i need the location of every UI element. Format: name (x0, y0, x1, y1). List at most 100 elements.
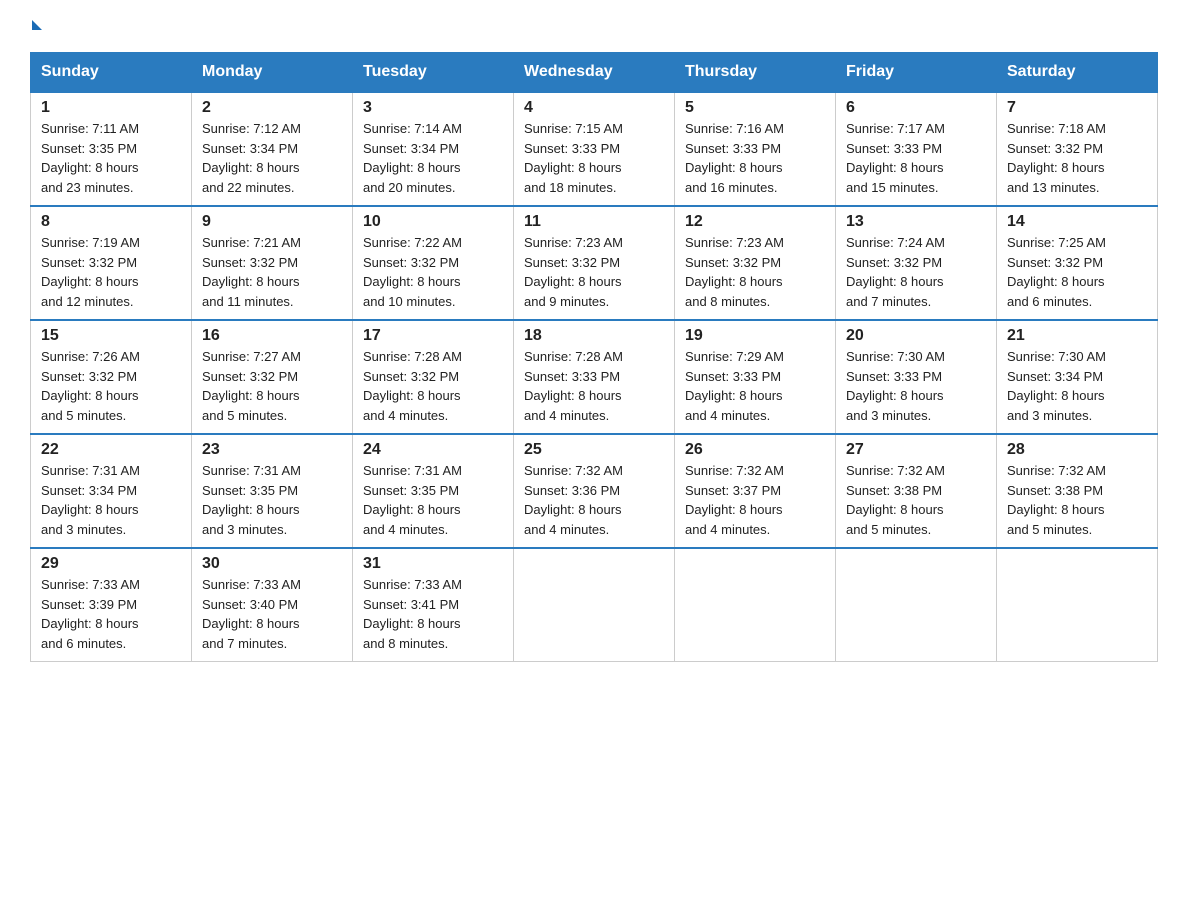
calendar-cell: 2 Sunrise: 7:12 AMSunset: 3:34 PMDaylight… (192, 92, 353, 206)
weekday-header-monday: Monday (192, 53, 353, 93)
calendar-cell: 26 Sunrise: 7:32 AMSunset: 3:37 PMDayligh… (675, 434, 836, 548)
page-header (30, 20, 1158, 34)
logo-blue-part (30, 20, 42, 34)
day-info: Sunrise: 7:32 AMSunset: 3:37 PMDaylight:… (685, 461, 825, 539)
calendar-cell: 9Sunrise: 7:21 AMSunset: 3:32 PMDaylight… (192, 206, 353, 320)
calendar-cell: 1 Sunrise: 7:11 AMSunset: 3:35 PMDaylight… (31, 92, 192, 206)
weekday-header-friday: Friday (836, 53, 997, 93)
calendar-cell: 20Sunrise: 7:30 AMSunset: 3:33 PMDayligh… (836, 320, 997, 434)
day-number: 4 (524, 99, 664, 117)
day-info: Sunrise: 7:19 AMSunset: 3:32 PMDaylight:… (41, 233, 181, 311)
day-info: Sunrise: 7:15 AMSunset: 3:33 PMDaylight:… (524, 119, 664, 197)
day-number: 14 (1007, 213, 1147, 231)
calendar-cell: 23 Sunrise: 7:31 AMSunset: 3:35 PMDayligh… (192, 434, 353, 548)
calendar-cell: 17Sunrise: 7:28 AMSunset: 3:32 PMDayligh… (353, 320, 514, 434)
day-info: Sunrise: 7:31 AMSunset: 3:34 PMDaylight:… (41, 461, 181, 539)
weekday-header-row: SundayMondayTuesdayWednesdayThursdayFrid… (31, 53, 1158, 93)
calendar-cell: 10Sunrise: 7:22 AMSunset: 3:32 PMDayligh… (353, 206, 514, 320)
day-number: 25 (524, 441, 664, 459)
day-number: 12 (685, 213, 825, 231)
calendar-cell: 21 Sunrise: 7:30 AMSunset: 3:34 PMDayligh… (997, 320, 1158, 434)
calendar-cell: 16 Sunrise: 7:27 AMSunset: 3:32 PMDayligh… (192, 320, 353, 434)
day-number: 17 (363, 327, 503, 345)
day-number: 15 (41, 327, 181, 345)
weekday-header-thursday: Thursday (675, 53, 836, 93)
calendar-cell: 24 Sunrise: 7:31 AMSunset: 3:35 PMDayligh… (353, 434, 514, 548)
calendar-cell: 14 Sunrise: 7:25 AMSunset: 3:32 PMDayligh… (997, 206, 1158, 320)
day-number: 5 (685, 99, 825, 117)
day-number: 10 (363, 213, 503, 231)
calendar-cell: 8 Sunrise: 7:19 AMSunset: 3:32 PMDaylight… (31, 206, 192, 320)
weekday-header-saturday: Saturday (997, 53, 1158, 93)
day-info: Sunrise: 7:32 AMSunset: 3:36 PMDaylight:… (524, 461, 664, 539)
day-info: Sunrise: 7:23 AMSunset: 3:32 PMDaylight:… (685, 233, 825, 311)
day-info: Sunrise: 7:21 AMSunset: 3:32 PMDaylight:… (202, 233, 342, 311)
calendar-cell: 27 Sunrise: 7:32 AMSunset: 3:38 PMDayligh… (836, 434, 997, 548)
day-info: Sunrise: 7:30 AMSunset: 3:33 PMDaylight:… (846, 347, 986, 425)
calendar-cell: 6 Sunrise: 7:17 AMSunset: 3:33 PMDaylight… (836, 92, 997, 206)
day-number: 30 (202, 555, 342, 573)
day-number: 8 (41, 213, 181, 231)
day-info: Sunrise: 7:23 AMSunset: 3:32 PMDaylight:… (524, 233, 664, 311)
calendar-cell: 29Sunrise: 7:33 AMSunset: 3:39 PMDayligh… (31, 548, 192, 662)
calendar-cell (997, 548, 1158, 662)
day-number: 6 (846, 99, 986, 117)
calendar-cell (836, 548, 997, 662)
day-info: Sunrise: 7:30 AMSunset: 3:34 PMDaylight:… (1007, 347, 1147, 425)
calendar-cell: 13 Sunrise: 7:24 AMSunset: 3:32 PMDayligh… (836, 206, 997, 320)
day-info: Sunrise: 7:32 AMSunset: 3:38 PMDaylight:… (1007, 461, 1147, 539)
week-row-4: 22 Sunrise: 7:31 AMSunset: 3:34 PMDayligh… (31, 434, 1158, 548)
day-number: 22 (41, 441, 181, 459)
day-info: Sunrise: 7:12 AMSunset: 3:34 PMDaylight:… (202, 119, 342, 197)
calendar-cell: 3 Sunrise: 7:14 AMSunset: 3:34 PMDaylight… (353, 92, 514, 206)
day-number: 3 (363, 99, 503, 117)
weekday-header-wednesday: Wednesday (514, 53, 675, 93)
day-number: 23 (202, 441, 342, 459)
day-info: Sunrise: 7:33 AMSunset: 3:41 PMDaylight:… (363, 575, 503, 653)
day-info: Sunrise: 7:32 AMSunset: 3:38 PMDaylight:… (846, 461, 986, 539)
day-number: 19 (685, 327, 825, 345)
day-info: Sunrise: 7:25 AMSunset: 3:32 PMDaylight:… (1007, 233, 1147, 311)
day-number: 29 (41, 555, 181, 573)
calendar-cell: 18 Sunrise: 7:28 AMSunset: 3:33 PMDayligh… (514, 320, 675, 434)
day-info: Sunrise: 7:28 AMSunset: 3:33 PMDaylight:… (524, 347, 664, 425)
day-info: Sunrise: 7:17 AMSunset: 3:33 PMDaylight:… (846, 119, 986, 197)
day-info: Sunrise: 7:14 AMSunset: 3:34 PMDaylight:… (363, 119, 503, 197)
day-info: Sunrise: 7:26 AMSunset: 3:32 PMDaylight:… (41, 347, 181, 425)
day-number: 21 (1007, 327, 1147, 345)
calendar-cell: 4 Sunrise: 7:15 AMSunset: 3:33 PMDaylight… (514, 92, 675, 206)
calendar-cell: 5Sunrise: 7:16 AMSunset: 3:33 PMDaylight… (675, 92, 836, 206)
calendar-cell (675, 548, 836, 662)
day-number: 24 (363, 441, 503, 459)
day-info: Sunrise: 7:24 AMSunset: 3:32 PMDaylight:… (846, 233, 986, 311)
logo (30, 20, 42, 34)
day-number: 27 (846, 441, 986, 459)
week-row-5: 29Sunrise: 7:33 AMSunset: 3:39 PMDayligh… (31, 548, 1158, 662)
calendar-cell: 7 Sunrise: 7:18 AMSunset: 3:32 PMDaylight… (997, 92, 1158, 206)
calendar-cell: 12 Sunrise: 7:23 AMSunset: 3:32 PMDayligh… (675, 206, 836, 320)
day-number: 13 (846, 213, 986, 231)
weekday-header-sunday: Sunday (31, 53, 192, 93)
logo-arrow-icon (32, 20, 42, 30)
calendar-cell: 30 Sunrise: 7:33 AMSunset: 3:40 PMDayligh… (192, 548, 353, 662)
day-number: 11 (524, 213, 664, 231)
day-info: Sunrise: 7:31 AMSunset: 3:35 PMDaylight:… (363, 461, 503, 539)
day-info: Sunrise: 7:27 AMSunset: 3:32 PMDaylight:… (202, 347, 342, 425)
day-info: Sunrise: 7:31 AMSunset: 3:35 PMDaylight:… (202, 461, 342, 539)
day-number: 28 (1007, 441, 1147, 459)
calendar-cell: 25 Sunrise: 7:32 AMSunset: 3:36 PMDayligh… (514, 434, 675, 548)
day-number: 18 (524, 327, 664, 345)
day-number: 2 (202, 99, 342, 117)
day-info: Sunrise: 7:18 AMSunset: 3:32 PMDaylight:… (1007, 119, 1147, 197)
day-number: 31 (363, 555, 503, 573)
day-number: 16 (202, 327, 342, 345)
weekday-header-tuesday: Tuesday (353, 53, 514, 93)
day-number: 1 (41, 99, 181, 117)
calendar-cell: 19 Sunrise: 7:29 AMSunset: 3:33 PMDayligh… (675, 320, 836, 434)
day-number: 7 (1007, 99, 1147, 117)
day-info: Sunrise: 7:33 AMSunset: 3:40 PMDaylight:… (202, 575, 342, 653)
day-info: Sunrise: 7:11 AMSunset: 3:35 PMDaylight:… (41, 119, 181, 197)
day-number: 26 (685, 441, 825, 459)
day-info: Sunrise: 7:29 AMSunset: 3:33 PMDaylight:… (685, 347, 825, 425)
calendar-cell: 22 Sunrise: 7:31 AMSunset: 3:34 PMDayligh… (31, 434, 192, 548)
